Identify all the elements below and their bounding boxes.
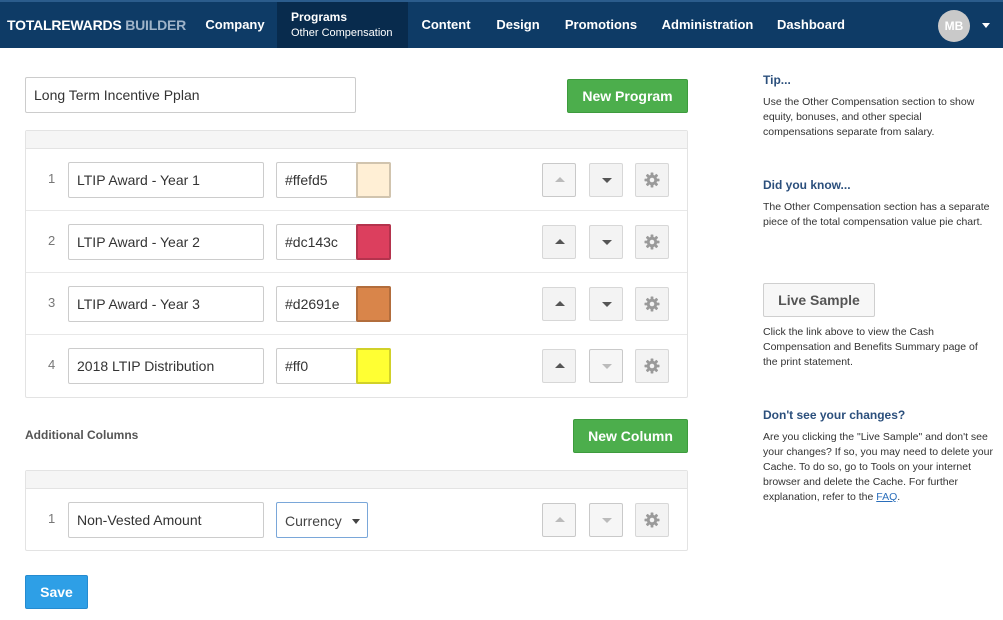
nav-dashboard[interactable]: Dashboard xyxy=(768,2,854,48)
did-you-know-heading: Did you know... xyxy=(763,178,851,192)
color-hex-value: #d2691e xyxy=(285,296,340,312)
tip-heading: Tip... xyxy=(763,73,791,87)
program-items-panel: 1 #ffefd5 2 #dc143c 3 #d2691e xyxy=(25,130,688,398)
item-name-input[interactable] xyxy=(68,348,264,384)
new-program-button[interactable]: New Program xyxy=(567,79,688,113)
settings-button[interactable] xyxy=(635,349,669,383)
gear-icon xyxy=(644,296,660,312)
nav-administration[interactable]: Administration xyxy=(652,2,763,48)
color-picker[interactable]: #dc143c xyxy=(276,224,391,260)
gear-icon xyxy=(644,234,660,250)
brand-part1: TOTALREWARDS xyxy=(7,17,122,33)
changes-heading: Don't see your changes? xyxy=(763,408,906,422)
move-down-button[interactable] xyxy=(589,503,623,537)
row-number: 2 xyxy=(48,233,56,248)
program-name-input[interactable] xyxy=(25,77,356,113)
nav-company[interactable]: Company xyxy=(193,2,277,48)
chevron-down-icon[interactable] xyxy=(982,23,990,28)
row-number: 1 xyxy=(48,511,56,526)
save-button[interactable]: Save xyxy=(25,575,88,609)
panel-header xyxy=(26,131,687,149)
live-sample-button[interactable]: Live Sample xyxy=(763,283,875,317)
nav-design[interactable]: Design xyxy=(484,2,552,48)
additional-columns-panel: 1 Currency xyxy=(25,470,688,551)
additional-columns-label: Additional Columns xyxy=(25,428,139,442)
gear-icon xyxy=(644,358,660,374)
chevron-down-icon xyxy=(352,519,360,524)
row-number: 1 xyxy=(48,171,56,186)
move-up-button[interactable] xyxy=(542,349,576,383)
brand-logo[interactable]: TOTALREWARDS BUILDER xyxy=(7,2,186,48)
list-item: 3 #d2691e xyxy=(26,273,687,335)
row-number: 3 xyxy=(48,295,56,310)
user-avatar[interactable]: MB xyxy=(938,10,970,42)
caret-down-icon xyxy=(602,364,612,369)
caret-up-icon xyxy=(555,301,565,306)
list-item: 4 #ff0 xyxy=(26,335,687,397)
move-up-button[interactable] xyxy=(542,163,576,197)
select-value: Currency xyxy=(285,513,342,529)
color-picker[interactable]: #ffefd5 xyxy=(276,162,391,198)
nav-programs-sublabel: Other Compensation xyxy=(291,27,393,39)
color-picker[interactable]: #d2691e xyxy=(276,286,391,322)
list-item: 2 #dc143c xyxy=(26,211,687,273)
top-navbar: TOTALREWARDS BUILDER Company Programs Ot… xyxy=(0,0,1003,48)
gear-icon xyxy=(644,512,660,528)
brand-part2: BUILDER xyxy=(125,17,187,33)
settings-button[interactable] xyxy=(635,287,669,321)
color-hex-value: #ff0 xyxy=(285,358,309,374)
caret-up-icon xyxy=(555,517,565,522)
move-down-button[interactable] xyxy=(589,287,623,321)
changes-text: Are you clicking the "Live Sample" and d… xyxy=(763,430,995,505)
color-hex-value: #ffefd5 xyxy=(285,172,328,188)
column-name-input[interactable] xyxy=(68,502,264,538)
nav-programs-label: Programs xyxy=(291,10,348,24)
color-picker[interactable]: #ff0 xyxy=(276,348,391,384)
move-down-button[interactable] xyxy=(589,163,623,197)
move-down-button[interactable] xyxy=(589,349,623,383)
color-swatch[interactable] xyxy=(356,224,391,260)
caret-down-icon xyxy=(602,302,612,307)
item-name-input[interactable] xyxy=(68,224,264,260)
move-up-button[interactable] xyxy=(542,287,576,321)
tip-text: Use the Other Compensation section to sh… xyxy=(763,96,975,138)
row-number: 4 xyxy=(48,357,56,372)
caret-down-icon xyxy=(602,240,612,245)
settings-button[interactable] xyxy=(635,225,669,259)
move-up-button[interactable] xyxy=(542,225,576,259)
list-item: 1 #ffefd5 xyxy=(26,149,687,211)
live-sample-text: Click the link above to view the Cash Co… xyxy=(763,326,978,368)
settings-button[interactable] xyxy=(635,163,669,197)
did-you-know-text: The Other Compensation section has a sep… xyxy=(763,201,990,228)
caret-down-icon xyxy=(602,518,612,523)
faq-link[interactable]: FAQ xyxy=(876,491,897,503)
color-hex-value: #dc143c xyxy=(285,234,338,250)
move-up-button[interactable] xyxy=(542,503,576,537)
new-column-button[interactable]: New Column xyxy=(573,419,688,453)
gear-icon xyxy=(644,172,660,188)
color-swatch[interactable] xyxy=(356,348,391,384)
nav-content[interactable]: Content xyxy=(410,2,482,48)
changes-end: . xyxy=(897,491,901,503)
move-down-button[interactable] xyxy=(589,225,623,259)
caret-up-icon xyxy=(555,239,565,244)
color-swatch[interactable] xyxy=(356,286,391,322)
nav-programs[interactable]: Programs Other Compensation xyxy=(277,2,408,48)
settings-button[interactable] xyxy=(635,503,669,537)
caret-up-icon xyxy=(555,177,565,182)
item-name-input[interactable] xyxy=(68,162,264,198)
item-name-input[interactable] xyxy=(68,286,264,322)
caret-down-icon xyxy=(602,178,612,183)
panel-header xyxy=(26,471,687,489)
nav-promotions[interactable]: Promotions xyxy=(556,2,646,48)
caret-up-icon xyxy=(555,363,565,368)
column-type-select[interactable]: Currency xyxy=(276,502,368,538)
color-swatch[interactable] xyxy=(356,162,391,198)
list-item: 1 Currency xyxy=(26,489,687,550)
